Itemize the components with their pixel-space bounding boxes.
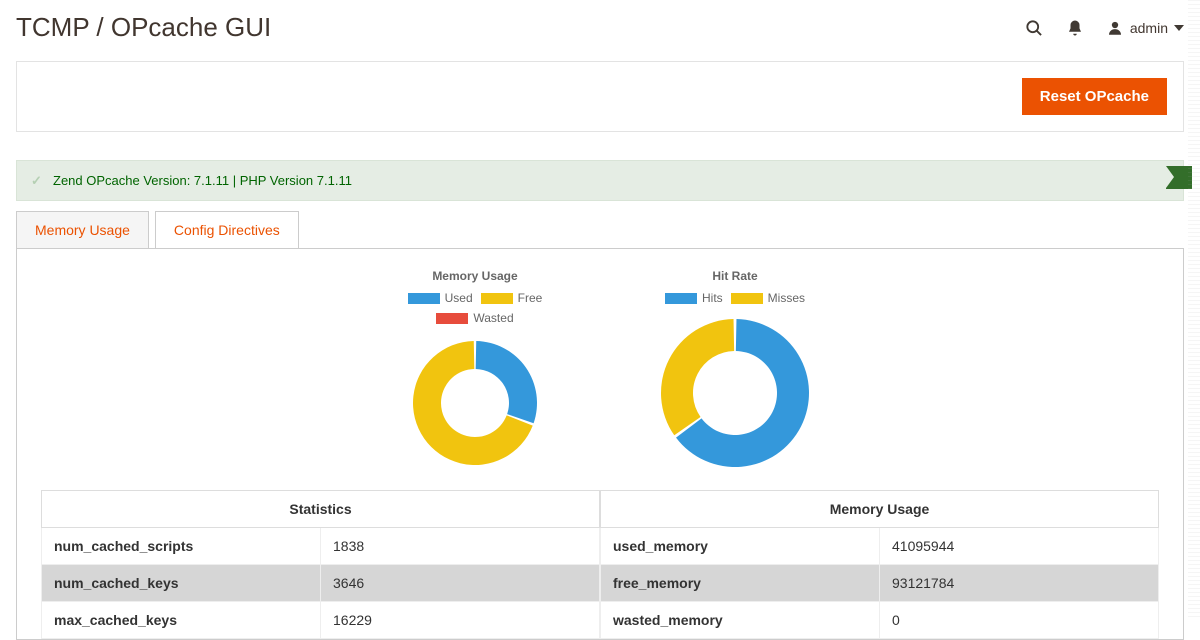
memory-usage-table: Memory Usage used_memory41095944 free_me… — [600, 490, 1159, 639]
tab-config-directives[interactable]: Config Directives — [155, 211, 299, 248]
content-panel: Memory Usage Used Free Wasted Hit Rate H… — [16, 248, 1184, 640]
table-row: num_cached_keys3646 — [42, 565, 600, 602]
toolbar: Reset OPcache — [16, 61, 1184, 132]
legend-item: Free — [481, 291, 543, 305]
page-title: TCMP / OPcache GUI — [16, 12, 271, 43]
tab-memory-usage[interactable]: Memory Usage — [16, 211, 149, 248]
chart-title: Hit Rate — [712, 269, 757, 283]
tab-list: Memory Usage Config Directives — [16, 211, 1184, 248]
table-header: Statistics — [42, 491, 600, 528]
notifications-icon[interactable] — [1066, 18, 1084, 38]
legend-item: Hits — [665, 291, 723, 305]
legend-item: Wasted — [436, 311, 513, 325]
statistics-table: Statistics num_cached_scripts1838 num_ca… — [41, 490, 600, 639]
chart-title: Memory Usage — [432, 269, 517, 283]
reset-opcache-button[interactable]: Reset OPcache — [1022, 78, 1167, 115]
donut-chart — [655, 313, 815, 476]
chevron-down-icon — [1174, 23, 1184, 33]
donut-chart — [405, 333, 545, 476]
user-label: admin — [1130, 20, 1168, 36]
table-row: used_memory41095944 — [601, 528, 1159, 565]
page-ruler — [1188, 0, 1200, 619]
status-flag-icon — [1166, 166, 1192, 189]
table-row: wasted_memory0 — [601, 602, 1159, 639]
search-icon[interactable] — [1024, 18, 1044, 38]
user-icon — [1106, 18, 1124, 38]
table-row: free_memory93121784 — [601, 565, 1159, 602]
table-row: num_cached_scripts1838 — [42, 528, 600, 565]
table-row: max_cached_keys16229 — [42, 602, 600, 639]
status-banner: Zend OPcache Version: 7.1.11 | PHP Versi… — [16, 160, 1184, 201]
memory-usage-chart: Memory Usage Used Free Wasted — [385, 269, 565, 476]
hit-rate-chart: Hit Rate Hits Misses — [655, 269, 815, 476]
legend-item: Misses — [731, 291, 805, 305]
user-menu[interactable]: admin — [1106, 18, 1184, 38]
table-header: Memory Usage — [601, 491, 1159, 528]
legend-item: Used — [408, 291, 473, 305]
